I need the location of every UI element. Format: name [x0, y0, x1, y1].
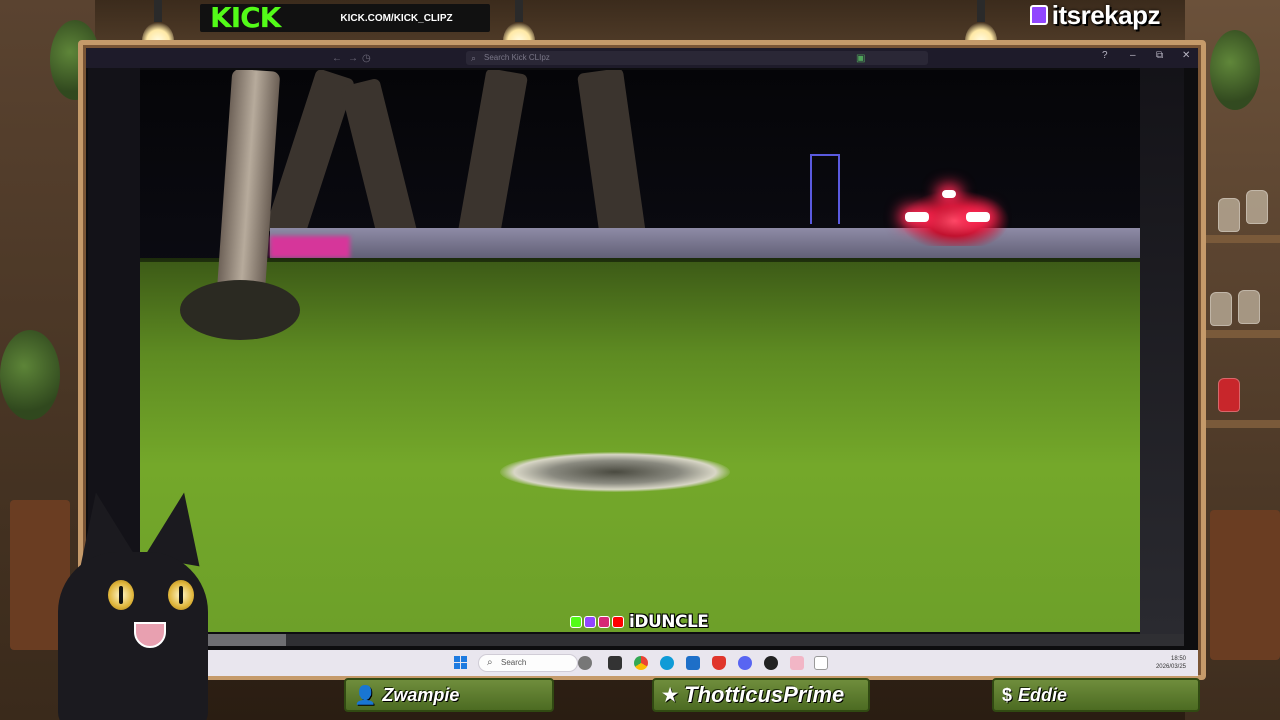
maximize-icon[interactable]: ⧉ [1156, 50, 1163, 61]
store-icon[interactable] [686, 656, 700, 670]
youtube-icon [612, 616, 624, 628]
cat-eye [108, 580, 134, 610]
browser-toolbar: ← → ◷ Search Kick CLIpz ▣ ? – ⧉ ✕ [86, 48, 1198, 68]
windows-start-icon[interactable] [454, 656, 467, 669]
creator-watermark: iDUNCLE [570, 612, 709, 632]
kick-logo: KICK [210, 1, 281, 34]
chair [1210, 510, 1280, 660]
jar-icon [1218, 378, 1240, 412]
twitch-icon [1029, 5, 1048, 25]
plate-follower: 👤 Zwampie [344, 678, 554, 712]
plate-donor: $ Eddie [992, 678, 1200, 712]
tail-light [905, 212, 929, 222]
user-icon: 👤 [354, 684, 377, 705]
dollar-icon: $ [1002, 684, 1013, 705]
plate-name: ThotticusPrime [684, 682, 845, 707]
twitch-icon [584, 616, 596, 628]
instagram-icon [598, 616, 610, 628]
discord-icon[interactable] [738, 656, 752, 670]
clock-date: 2026/03/25 [1155, 664, 1186, 670]
plate-name: Zwampie [382, 684, 460, 705]
back-arrow-icon[interactable]: ← [332, 53, 342, 64]
kick-icon [570, 616, 582, 628]
plate-subscriber: ★ ThotticusPrime [652, 678, 870, 712]
twitch-tag: itsrekapz [1029, 0, 1161, 30]
twitch-username: itsrekapz [1051, 0, 1161, 30]
video-progress-bar[interactable] [140, 634, 1184, 646]
cat-body [58, 552, 208, 720]
forward-arrow-icon[interactable]: → [348, 53, 358, 64]
jar-icon [1218, 198, 1240, 232]
watermark-text: iDUNCLE [629, 612, 709, 632]
chrome-icon[interactable] [634, 656, 648, 670]
clock-time: 18:50 [1170, 656, 1186, 662]
taskbar: Search 18:50 2026/03/25 [86, 650, 1198, 676]
history-icon[interactable]: ◷ [362, 53, 371, 64]
taskbar-search[interactable]: Search [478, 654, 578, 672]
jar-icon [1238, 290, 1260, 324]
minimize-icon[interactable]: – [1130, 50, 1136, 61]
task-view-icon[interactable] [608, 656, 622, 670]
brave-icon[interactable] [712, 656, 726, 670]
tail-light [966, 212, 990, 222]
cat-eye [168, 580, 194, 610]
cat-avatar [48, 487, 218, 720]
right-panel [1140, 68, 1184, 634]
edge-icon[interactable] [660, 656, 674, 670]
notepad-icon[interactable] [814, 656, 828, 670]
kick-banner: KICK KICK.COM/KICK_CLIPZ [200, 4, 490, 32]
star-icon: ★ [662, 684, 679, 705]
signpost [810, 154, 840, 224]
plate-name: Eddie [1018, 684, 1068, 705]
help-icon[interactable]: ? [1102, 50, 1108, 61]
video-player[interactable]: iDUNCLE [140, 70, 1140, 632]
tail-light [942, 190, 956, 198]
close-icon[interactable]: ✕ [1182, 50, 1190, 61]
taskbar-clock[interactable]: 18:50 2026/03/25 [1156, 655, 1186, 671]
storm-drain [500, 452, 730, 492]
plant-icon [0, 330, 60, 420]
plant-icon [1210, 30, 1260, 110]
jar-icon [1210, 292, 1232, 326]
app-icon[interactable] [790, 656, 804, 670]
extension-icon[interactable]: ▣ [856, 53, 865, 64]
obs-icon[interactable] [764, 656, 778, 670]
widgets-icon[interactable] [578, 656, 592, 670]
tree-base [180, 280, 300, 340]
pink-light [270, 236, 350, 258]
jar-icon [1246, 190, 1268, 224]
kick-url: KICK.COM/KICK_CLIPZ [340, 12, 453, 24]
